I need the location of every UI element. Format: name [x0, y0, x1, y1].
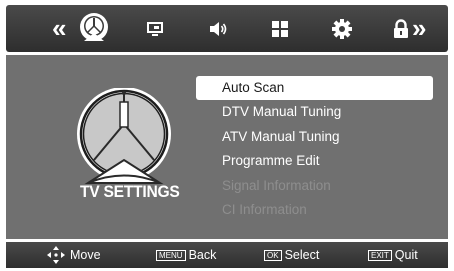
speaker-icon — [210, 21, 227, 36]
satellite-dish-icon — [77, 88, 171, 184]
satellite-dish-icon — [80, 12, 108, 41]
channel-menu: Auto Scan DTV Manual Tuning ATV Manual T… — [196, 76, 433, 222]
hint-select: OK Select — [264, 242, 319, 268]
previous-tab-arrow[interactable]: « — [52, 13, 66, 43]
menu-item-dtv-manual-tuning[interactable]: DTV Manual Tuning — [196, 100, 433, 124]
lock-icon — [394, 18, 408, 38]
menu-item-auto-scan[interactable]: Auto Scan — [196, 76, 433, 101]
menu-item-atv-manual-tuning[interactable]: ATV Manual Tuning — [196, 125, 433, 149]
setup-tab[interactable] — [322, 5, 362, 52]
tv-menu-screen: « » TV SETTINGS Auto Scan DTV Manual Tun… — [0, 0, 454, 271]
key-hint-bar: Move MENU Back OK Select EXIT Quit — [6, 242, 448, 268]
quit-hint-label: Quit — [394, 248, 418, 262]
gear-icon — [332, 18, 352, 39]
hint-move: Move — [46, 242, 101, 268]
picture-icon — [147, 21, 163, 36]
hint-back: MENU Back — [156, 242, 216, 268]
channel-tab[interactable] — [74, 5, 114, 52]
menu-item-ci-information: CI Information — [222, 201, 307, 217]
move-arrows-icon — [47, 246, 65, 264]
next-tab-arrow[interactable]: » — [412, 13, 426, 43]
grid-icon — [272, 20, 288, 37]
hint-quit: EXIT Quit — [368, 242, 418, 268]
settings-panel: TV SETTINGS Auto Scan DTV Manual Tuning … — [6, 55, 448, 239]
ok-key-badge: OK — [264, 249, 282, 261]
menu-item-signal-information: Signal Information — [222, 177, 331, 193]
panel-title: TV SETTINGS — [80, 182, 180, 201]
sound-tab[interactable] — [198, 5, 238, 52]
move-hint-label: Move — [70, 248, 101, 262]
picture-tab[interactable] — [135, 5, 175, 52]
exit-key-badge: EXIT — [368, 249, 392, 261]
back-hint-label: Back — [188, 248, 217, 262]
select-hint-label: Select — [284, 248, 320, 262]
menu-item-programme-edit[interactable]: Programme Edit — [196, 149, 433, 173]
menu-key-badge: MENU — [156, 249, 186, 261]
time-tab[interactable] — [260, 5, 300, 52]
menu-tab-bar: « » — [6, 5, 448, 52]
